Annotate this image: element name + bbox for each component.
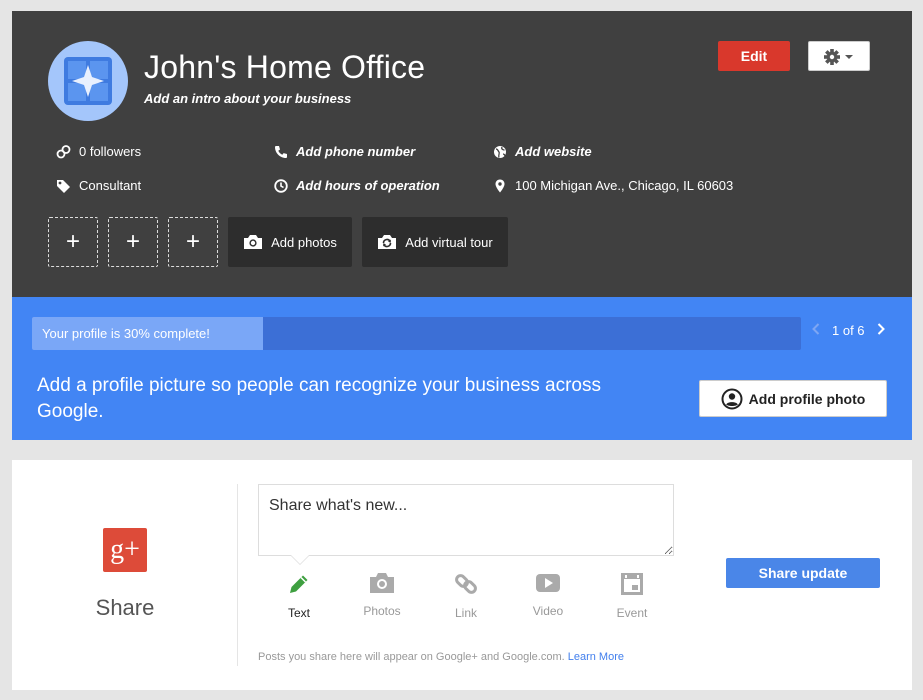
share-note: Posts you share here will appear on Goog… [258, 651, 624, 663]
add-hours-link[interactable]: Add hours of operation [274, 178, 440, 193]
link-icon [455, 574, 477, 594]
add-profile-photo-button[interactable]: Add profile photo [699, 380, 887, 417]
add-intro-link[interactable]: Add an intro about your business [144, 91, 351, 106]
share-option-event[interactable]: Event [602, 572, 662, 620]
business-logo-icon[interactable] [48, 41, 128, 121]
add-photo-slot-3[interactable]: + [168, 217, 218, 267]
clock-icon [274, 178, 288, 193]
google-plus-logo-icon: g+ [103, 528, 147, 572]
share-box-pointer-inner [291, 555, 309, 564]
settings-menu-button[interactable] [808, 41, 870, 71]
category-text: Consultant [79, 178, 142, 193]
address-info[interactable]: 100 Michigan Ave., Chicago, IL 60603 [493, 178, 733, 193]
tag-icon [57, 179, 70, 193]
share-update-button[interactable]: Share update [726, 558, 880, 588]
share-option-event-label: Event [616, 606, 648, 620]
add-virtual-tour-label: Add virtual tour [405, 234, 493, 250]
video-icon [536, 574, 560, 592]
followers-icon [56, 144, 71, 158]
add-phone-link[interactable]: Add phone number [274, 144, 415, 159]
map-pin-icon [495, 179, 505, 192]
share-option-link-label: Link [454, 606, 477, 620]
add-photo-slot-2[interactable]: + [108, 217, 158, 267]
share-option-video-label: Video [532, 604, 564, 618]
business-header-card: John's Home Office Add an intro about yo… [12, 11, 912, 297]
business-name: John's Home Office [144, 49, 426, 85]
event-icon [621, 573, 643, 595]
add-virtual-tour-button[interactable]: Add virtual tour [362, 217, 508, 267]
completion-pager: 1 of 6 [812, 323, 885, 338]
progress-text: Your profile is 30% complete! [42, 326, 210, 341]
gear-icon [824, 49, 853, 65]
add-photo-slot-1[interactable]: + [48, 217, 98, 267]
profile-completion-panel: Your profile is 30% complete! 1 of 6 Add… [12, 297, 912, 440]
phone-icon [275, 145, 287, 158]
add-phone-text: Add phone number [296, 144, 416, 159]
share-note-text: Posts you share here will appear on Goog… [258, 651, 565, 663]
followers-info[interactable]: 0 followers [56, 144, 141, 159]
share-card: g+ Share Text Photos Link Video [12, 460, 912, 690]
add-photos-label: Add photos [271, 234, 337, 250]
completion-prompt: Add a profile picture so people can reco… [37, 375, 601, 422]
add-website-text: Add website [515, 144, 592, 159]
add-photos-button[interactable]: Add photos [228, 217, 352, 267]
share-option-text[interactable]: Text [269, 572, 329, 620]
pager-count: 1 of 6 [832, 323, 865, 338]
profile-avatar-icon [721, 388, 743, 409]
category-info: Consultant [56, 178, 141, 193]
add-website-link[interactable]: Add website [493, 144, 592, 159]
pencil-icon [290, 575, 308, 593]
share-input[interactable] [259, 485, 673, 555]
share-option-link[interactable]: Link [436, 572, 496, 620]
share-option-text-label: Text [287, 606, 310, 620]
share-option-video[interactable]: Video [518, 572, 578, 618]
address-text: 100 Michigan Ave., Chicago, IL 60603 [515, 178, 734, 193]
camera-icon [370, 573, 394, 593]
share-box [258, 484, 674, 556]
share-divider [237, 484, 238, 666]
followers-count: 0 followers [79, 144, 142, 159]
next-step-chevron-icon[interactable] [877, 323, 885, 338]
share-title: Share [95, 595, 155, 620]
add-profile-photo-label: Add profile photo [748, 390, 866, 407]
add-hours-text: Add hours of operation [296, 178, 440, 193]
previous-step-chevron-icon[interactable] [812, 323, 820, 338]
chevron-down-icon [845, 55, 853, 59]
camera-icon [244, 235, 263, 249]
share-option-photos-label: Photos [363, 604, 401, 618]
share-option-photos[interactable]: Photos [352, 572, 412, 618]
virtual-tour-icon [378, 235, 397, 249]
profile-progress-bar: Your profile is 30% complete! [32, 317, 801, 350]
edit-button[interactable]: Edit [718, 41, 790, 71]
globe-icon [494, 145, 506, 158]
learn-more-link[interactable]: Learn More [568, 651, 624, 663]
